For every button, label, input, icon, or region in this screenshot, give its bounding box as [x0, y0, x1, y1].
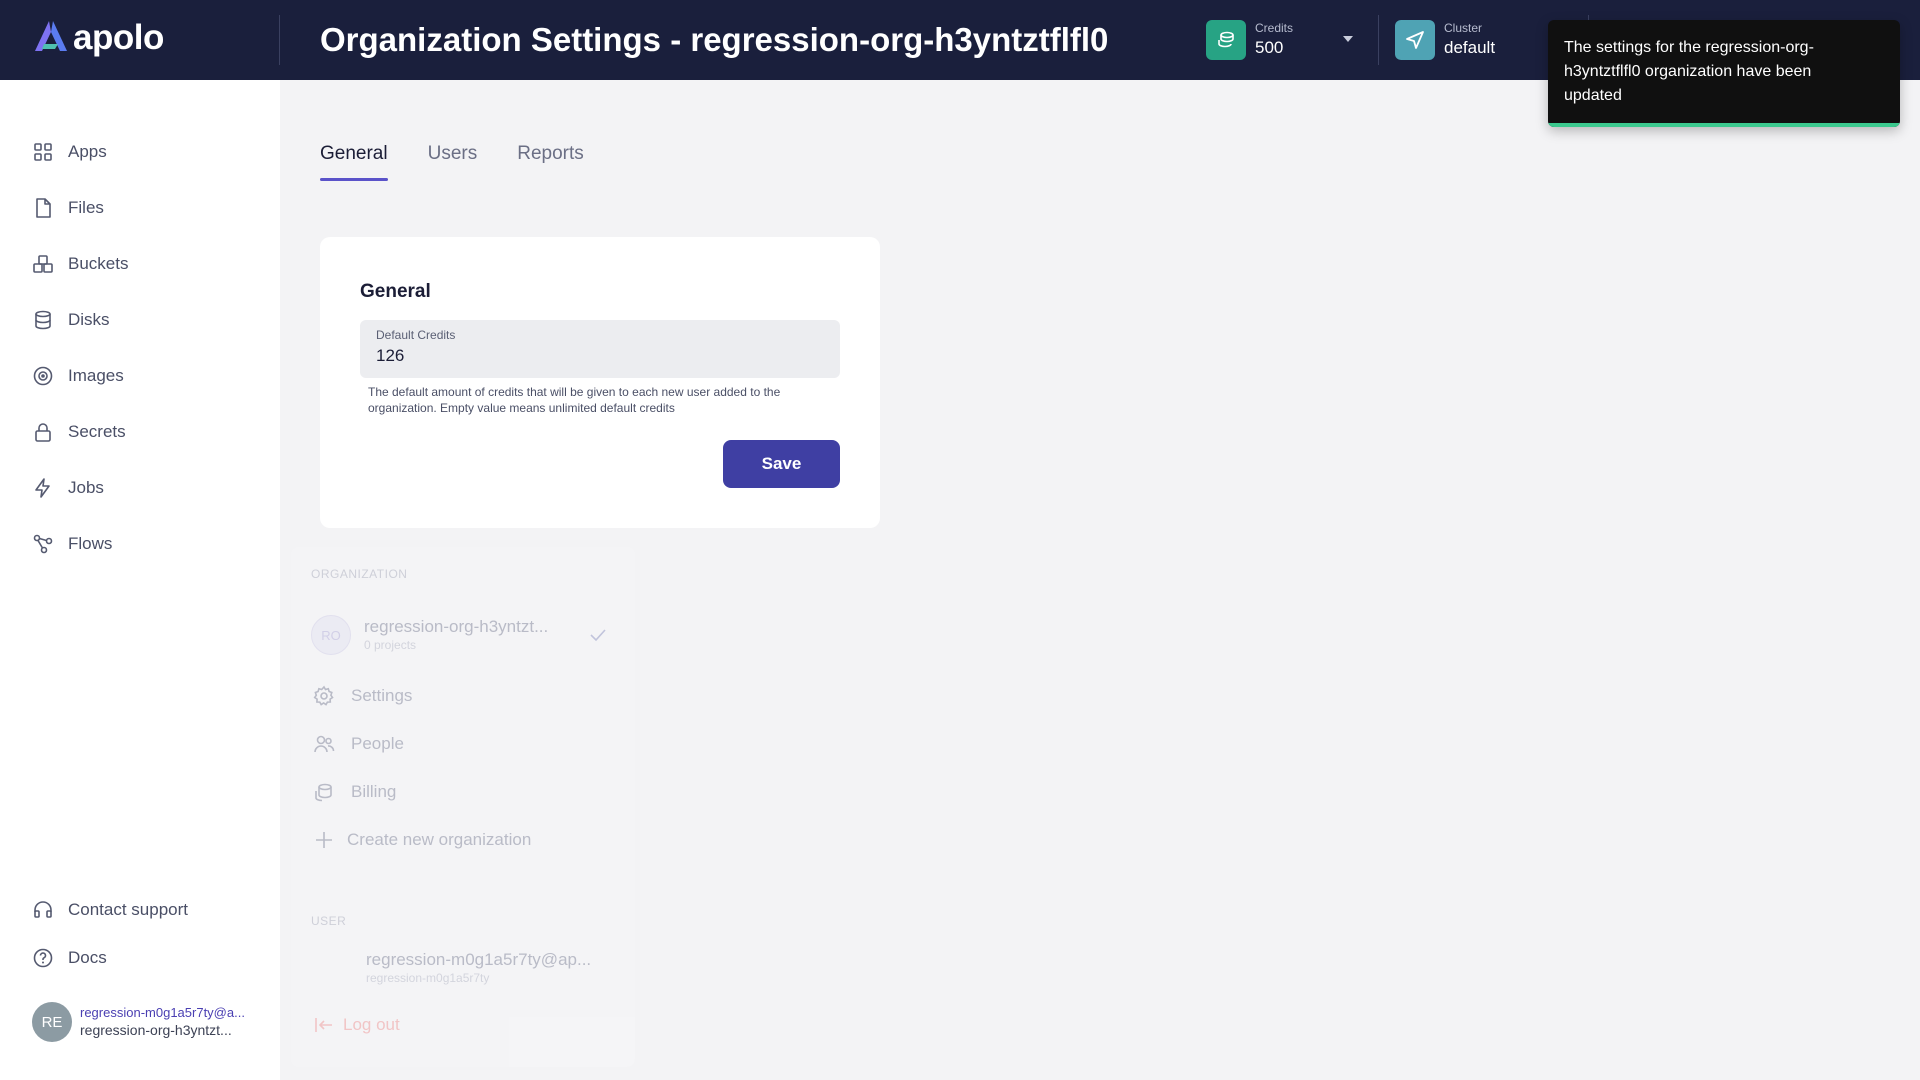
- database-icon: [35, 310, 51, 330]
- organization-projects-count: 0 projects: [364, 638, 417, 652]
- user-heading: USER: [311, 914, 347, 928]
- organization-dropdown-panel: ORGANIZATION RO regression-org-h3yntzt..…: [291, 547, 635, 1067]
- buckets-icon: [33, 255, 53, 273]
- bolt-icon: [35, 478, 50, 498]
- sidebar-item-disks[interactable]: Disks: [32, 308, 110, 332]
- sidebar-item-secrets[interactable]: Secrets: [32, 420, 126, 444]
- tab-users[interactable]: Users: [428, 140, 478, 182]
- organization-name: regression-org-h3yntzt...: [364, 617, 549, 636]
- logout-item[interactable]: Log out: [313, 1014, 400, 1036]
- sidebar-item-label: Flows: [68, 534, 113, 553]
- default-credits-label: Default Credits: [376, 328, 456, 342]
- apolo-logo-icon: [35, 21, 67, 51]
- default-credits-helper-text: The default amount of credits that will …: [368, 385, 781, 415]
- page-title: Organization Settings - regression-org-h…: [320, 21, 1109, 58]
- create-organization-label: Create new organization: [347, 830, 532, 849]
- default-credits-input[interactable]: [376, 344, 816, 368]
- sidebar: Apps Files Buckets Disks Images Secrets …: [0, 80, 280, 1080]
- sidebar-item-flows[interactable]: Flows: [32, 532, 112, 556]
- cluster-selector[interactable]: Cluster default: [1395, 20, 1495, 60]
- sidebar-item-label: Buckets: [68, 254, 129, 273]
- organization-heading: ORGANIZATION: [311, 567, 408, 581]
- flows-icon: [33, 534, 53, 554]
- sidebar-item-jobs[interactable]: Jobs: [32, 476, 104, 500]
- toast-message: The settings for the regression-org-h3yn…: [1564, 39, 1814, 104]
- contact-support-label: Contact support: [68, 900, 189, 919]
- help-icon: [33, 948, 53, 968]
- cluster-value: default: [1444, 38, 1496, 57]
- headset-icon: [34, 901, 52, 918]
- file-icon: [36, 198, 51, 218]
- org-settings-item[interactable]: Settings: [313, 685, 412, 707]
- tab-general[interactable]: General: [320, 140, 388, 182]
- coins-icon: [315, 783, 332, 802]
- contact-support-link[interactable]: Contact support: [32, 898, 188, 922]
- sidebar-item-apps[interactable]: Apps: [32, 140, 107, 164]
- check-icon: [590, 629, 606, 642]
- apps-icon: [34, 143, 52, 161]
- toast-progress-bar: [1548, 123, 1900, 127]
- tab-reports[interactable]: Reports: [517, 140, 584, 182]
- org-billing-label: Billing: [351, 782, 397, 801]
- images-icon: [33, 366, 53, 386]
- sidebar-item-files[interactable]: Files: [32, 196, 104, 220]
- panel-user-email: regression-m0g1a5r7ty@ap...: [366, 950, 592, 969]
- sidebar-item-label: Secrets: [68, 422, 126, 441]
- sidebar-item-label: Files: [68, 198, 104, 217]
- docs-label: Docs: [68, 948, 107, 967]
- credits-label: Credits: [1255, 21, 1294, 35]
- sidebar-item-label: Apps: [68, 142, 107, 161]
- logo-text: apolo: [73, 17, 164, 57]
- sidebar-item-label: Jobs: [68, 478, 104, 497]
- coins-icon: [1206, 20, 1246, 60]
- cluster-label: Cluster: [1444, 21, 1483, 35]
- apolo-logo[interactable]: apolo: [31, 19, 164, 55]
- sidebar-item-images[interactable]: Images: [32, 364, 124, 388]
- org-settings-label: Settings: [351, 686, 413, 705]
- send-icon: [1395, 20, 1435, 60]
- logout-label: Log out: [343, 1015, 400, 1034]
- docs-link[interactable]: Docs: [32, 946, 107, 970]
- credits-selector[interactable]: Credits 500: [1206, 20, 1293, 60]
- user-org: regression-org-h3yntzt...: [80, 1022, 232, 1038]
- toast-notification[interactable]: The settings for the regression-org-h3yn…: [1548, 20, 1900, 127]
- create-organization-item[interactable]: Create new organization: [313, 829, 531, 851]
- credits-value: 500: [1255, 38, 1284, 57]
- gear-icon: [313, 685, 334, 706]
- general-settings-card: General Default Credits The default amou…: [320, 237, 880, 528]
- sidebar-item-label: Disks: [68, 310, 110, 329]
- logout-icon: [315, 1018, 332, 1032]
- card-title: General: [360, 281, 431, 302]
- org-people-label: People: [351, 734, 404, 753]
- sidebar-item-label: Images: [68, 366, 124, 385]
- lock-icon: [35, 423, 51, 442]
- avatar: RO: [311, 615, 351, 655]
- header-divider: [279, 15, 280, 65]
- default-credits-field[interactable]: Default Credits: [360, 320, 840, 378]
- people-icon: [314, 735, 335, 753]
- plus-icon: [316, 832, 332, 848]
- panel-user-name: regression-m0g1a5r7ty: [366, 971, 490, 985]
- header-divider: [1378, 15, 1379, 65]
- user-email: regression-m0g1a5r7ty@a...: [80, 1005, 245, 1020]
- sidebar-item-buckets[interactable]: Buckets: [32, 252, 128, 276]
- organization-item[interactable]: RO regression-org-h3yntzt... 0 projects: [311, 613, 611, 657]
- avatar: RE: [32, 1002, 72, 1042]
- org-people-item[interactable]: People: [313, 733, 404, 755]
- user-menu[interactable]: RE regression-m0g1a5r7ty@a... regression…: [32, 1002, 245, 1042]
- save-button[interactable]: Save: [723, 440, 840, 488]
- chevron-down-icon[interactable]: [1343, 36, 1353, 42]
- panel-user-item[interactable]: regression-m0g1a5r7ty@ap... regression-m…: [366, 950, 591, 986]
- settings-tabs: General Users Reports: [320, 140, 624, 182]
- org-billing-item[interactable]: Billing: [313, 781, 396, 803]
